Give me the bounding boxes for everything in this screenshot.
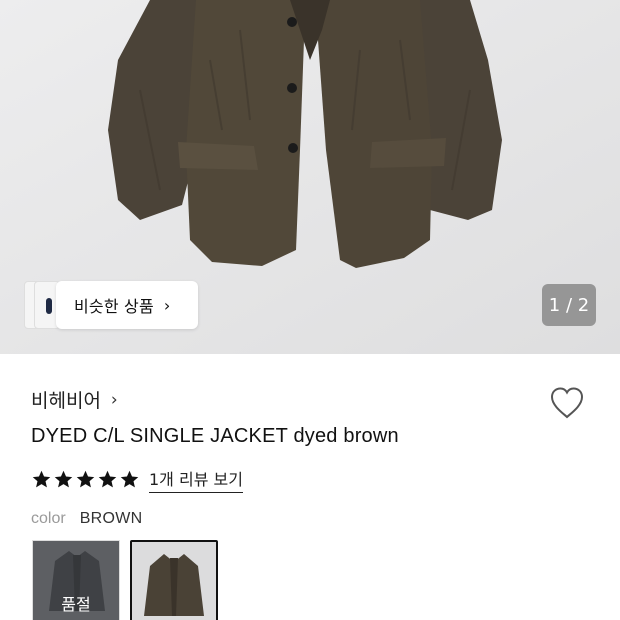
view-reviews-link[interactable]: 1개 리뷰 보기 xyxy=(149,466,243,493)
swatch-image xyxy=(132,542,216,620)
brand-name: 비헤비어 xyxy=(31,390,101,412)
similar-products-label: 비슷한 상품 xyxy=(74,297,154,316)
rating-stars xyxy=(31,469,141,490)
image-counter: 1 / 2 xyxy=(542,284,596,326)
chevron-right-icon: › xyxy=(163,295,171,315)
heart-icon[interactable] xyxy=(548,384,586,422)
star-icon xyxy=(32,470,51,488)
color-value: BROWN xyxy=(79,510,143,527)
star-icon xyxy=(120,470,139,488)
star-icon xyxy=(54,470,73,488)
soldout-badge: 품절 xyxy=(61,595,91,614)
star-icon xyxy=(76,470,95,488)
color-row: color BROWN xyxy=(31,510,143,528)
product-title: DYED C/L SINGLE JACKET dyed brown xyxy=(31,425,399,447)
color-swatch-soldout[interactable]: 품절 xyxy=(32,540,120,620)
star-icon xyxy=(98,470,117,488)
similar-products-button[interactable]: 비슷한 상품 › xyxy=(56,281,198,329)
product-image-carousel[interactable]: 비슷한 상품 › 1 / 2 xyxy=(0,0,620,354)
rating-row: 1개 리뷰 보기 xyxy=(31,466,243,493)
brand-link[interactable]: 비헤비어 › xyxy=(31,386,118,413)
color-label: color xyxy=(31,510,66,527)
color-swatch-selected[interactable] xyxy=(130,540,218,620)
chevron-right-icon: › xyxy=(110,389,118,410)
